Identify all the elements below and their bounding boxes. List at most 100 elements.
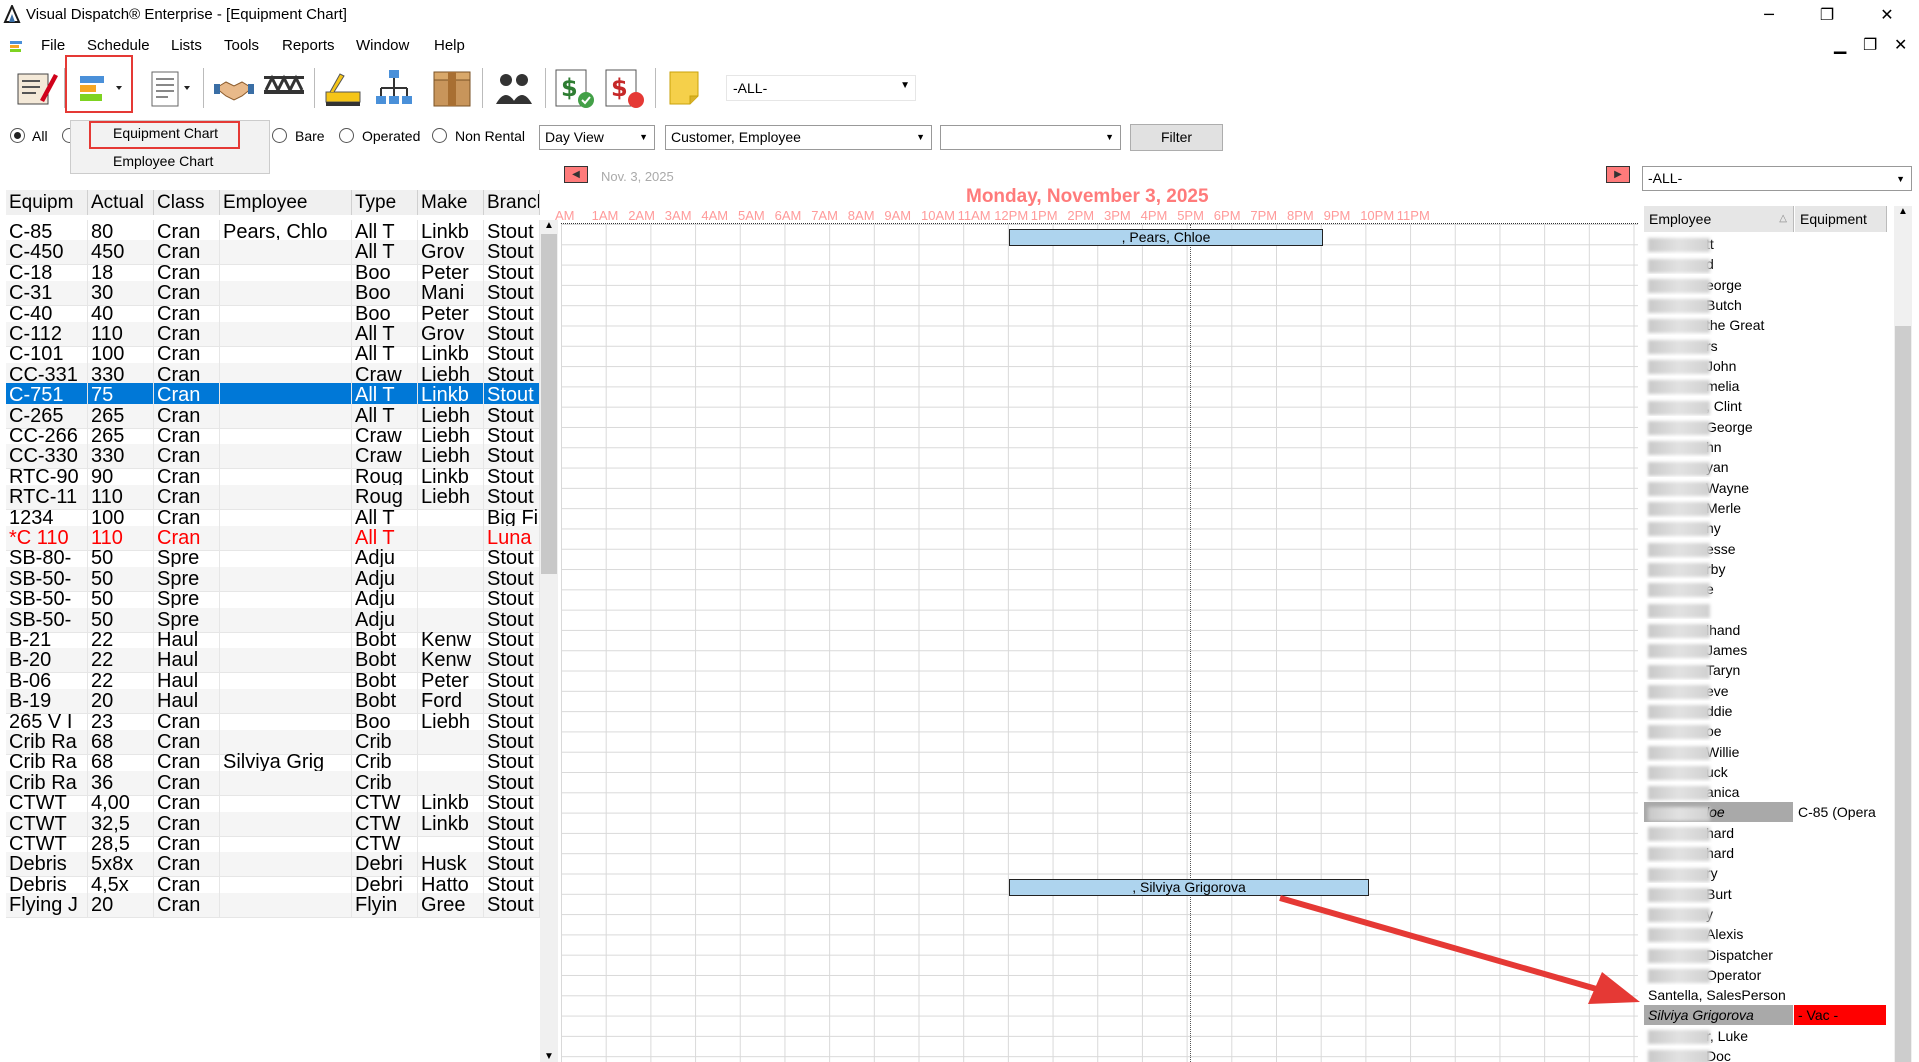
billing-stop-icon[interactable]: $ (602, 66, 646, 110)
list-item[interactable]: , Clint (1644, 396, 1892, 416)
list-item[interactable]: eorge (1644, 275, 1892, 295)
equipment-column-header[interactable]: Equipment (1795, 206, 1887, 232)
scroll-up-icon[interactable]: ▲ (1898, 206, 1908, 217)
menu-tools[interactable]: Tools (224, 37, 259, 54)
menu-lists[interactable]: Lists (171, 37, 202, 54)
employee-vertical-scrollbar[interactable]: ▲ (1894, 206, 1912, 1062)
employee-name: Butch (1644, 295, 1793, 315)
secondary-filter-select[interactable]: ▼ (940, 125, 1121, 150)
minimize-button[interactable]: ─ (1740, 0, 1798, 29)
column-header[interactable]: Make (418, 190, 484, 215)
list-item[interactable]: Taryn (1644, 660, 1892, 680)
list-item[interactable]: ny (1644, 518, 1892, 538)
filter-button[interactable]: Filter (1130, 124, 1223, 151)
view-select[interactable]: Day View ▼ (539, 125, 655, 150)
billing-approve-icon[interactable]: $ (552, 66, 596, 110)
close-button[interactable]: ✕ (1858, 0, 1916, 29)
org-chart-icon[interactable] (372, 66, 416, 110)
list-item[interactable]: Silviya Grigorova - Vac - (1644, 1005, 1892, 1026)
list-item[interactable]: ry (1644, 863, 1892, 883)
people-icon[interactable] (492, 66, 536, 110)
restore-button[interactable]: ❐ (1798, 0, 1856, 29)
list-item[interactable] (1644, 599, 1892, 619)
scrollbar-thumb[interactable] (1895, 326, 1911, 1062)
list-item[interactable]: oe (1644, 721, 1892, 741)
column-header[interactable]: Branch (484, 190, 540, 215)
list-item[interactable]: eve (1644, 681, 1892, 701)
employee-column-header[interactable]: Employee △ (1644, 206, 1794, 232)
branch-select[interactable]: -ALL- ▼ (726, 75, 916, 101)
radio-operated[interactable] (339, 128, 354, 143)
menu-file[interactable]: File (41, 37, 65, 54)
column-header[interactable]: Type (352, 190, 418, 215)
table-row[interactable]: Flying J 20 Cran Flyin Gree Stout (6, 893, 540, 919)
list-item[interactable]: Merle (1644, 498, 1892, 518)
list-item[interactable]: r, Luke (1644, 1026, 1892, 1046)
hour-tick-label: 2PM (1067, 208, 1095, 223)
column-header[interactable]: Actual (88, 190, 154, 215)
list-item[interactable]: George (1644, 417, 1892, 437)
employee-name-text: lhand (1706, 621, 1741, 638)
list-item[interactable]: y (1644, 904, 1892, 924)
column-header[interactable]: Employee (220, 190, 352, 215)
menu-help[interactable]: Help (434, 37, 465, 54)
handshake-icon[interactable] (212, 66, 256, 110)
column-header[interactable]: Class (154, 190, 220, 215)
scroll-down-icon[interactable]: ▼ (544, 1051, 554, 1062)
scrollbar-thumb[interactable] (541, 234, 557, 574)
list-item[interactable]: James (1644, 640, 1892, 660)
list-item[interactable]: yan (1644, 457, 1892, 477)
list-item[interactable]: loe C-85 (Opera (1644, 802, 1892, 823)
menu-reports[interactable]: Reports (282, 37, 335, 54)
list-item[interactable]: rs (1644, 336, 1892, 356)
list-item[interactable]: d (1644, 254, 1892, 274)
list-item[interactable]: the Great (1644, 315, 1892, 335)
employee-filter-select[interactable]: -ALL- ▼ (1642, 166, 1912, 191)
list-item[interactable]: hard (1644, 843, 1892, 863)
employee-name: Taryn (1644, 660, 1793, 680)
column-header[interactable]: Equipm (6, 190, 88, 215)
list-item[interactable]: e (1644, 579, 1892, 599)
radio-all[interactable] (10, 128, 25, 143)
list-item[interactable]: Doc (1644, 1046, 1892, 1062)
list-item[interactable]: Wayne (1644, 478, 1892, 498)
package-icon[interactable] (430, 66, 474, 110)
list-item[interactable]: anica (1644, 782, 1892, 802)
dispatch-book-icon[interactable] (14, 66, 58, 110)
equipment-crane-icon[interactable] (322, 66, 366, 110)
mdi-restore-icon[interactable]: ❐ (1863, 35, 1877, 54)
list-item[interactable]: tt (1644, 234, 1892, 254)
list-item[interactable]: uck (1644, 762, 1892, 782)
report-icon[interactable] (146, 66, 196, 110)
list-item[interactable]: John (1644, 356, 1892, 376)
radio-bare[interactable] (272, 128, 287, 143)
list-item[interactable]: lhand (1644, 620, 1892, 640)
booking-bar[interactable]: , Pears, Chloe (1009, 229, 1323, 246)
grid-vertical-scrollbar[interactable]: ▲ ▼ (540, 220, 558, 1062)
list-item[interactable]: hn (1644, 437, 1892, 457)
menu-item-employee-chart[interactable]: Employee Chart (113, 153, 213, 169)
list-item[interactable]: Operator (1644, 965, 1892, 985)
next-day-button[interactable]: ▶ (1606, 166, 1630, 183)
radio-nonrental[interactable] (432, 128, 447, 143)
note-icon[interactable] (664, 66, 708, 110)
scroll-up-icon[interactable]: ▲ (544, 220, 554, 231)
mdi-minimize-icon[interactable]: ▁ (1834, 35, 1846, 54)
list-item[interactable]: Willie (1644, 742, 1892, 762)
list-item[interactable]: ddie (1644, 701, 1892, 721)
mdi-close-icon[interactable]: ✕ (1894, 35, 1907, 54)
list-item[interactable]: hard (1644, 823, 1892, 843)
list-item[interactable]: rby (1644, 559, 1892, 579)
previous-day-button[interactable]: ◀ (564, 166, 588, 183)
list-item[interactable]: melia (1644, 376, 1892, 396)
list-item[interactable]: Santella, SalesPerson (1644, 985, 1892, 1005)
list-item[interactable]: Dispatcher (1644, 945, 1892, 965)
list-item[interactable]: Butch (1644, 295, 1892, 315)
list-item[interactable]: Burt (1644, 884, 1892, 904)
bridge-icon[interactable] (262, 66, 306, 110)
menu-schedule[interactable]: Schedule (87, 37, 150, 54)
menu-window[interactable]: Window (356, 37, 409, 54)
list-item[interactable]: Alexis (1644, 924, 1892, 944)
list-item[interactable]: esse (1644, 539, 1892, 559)
grouping-select[interactable]: Customer, Employee ▼ (665, 125, 932, 150)
